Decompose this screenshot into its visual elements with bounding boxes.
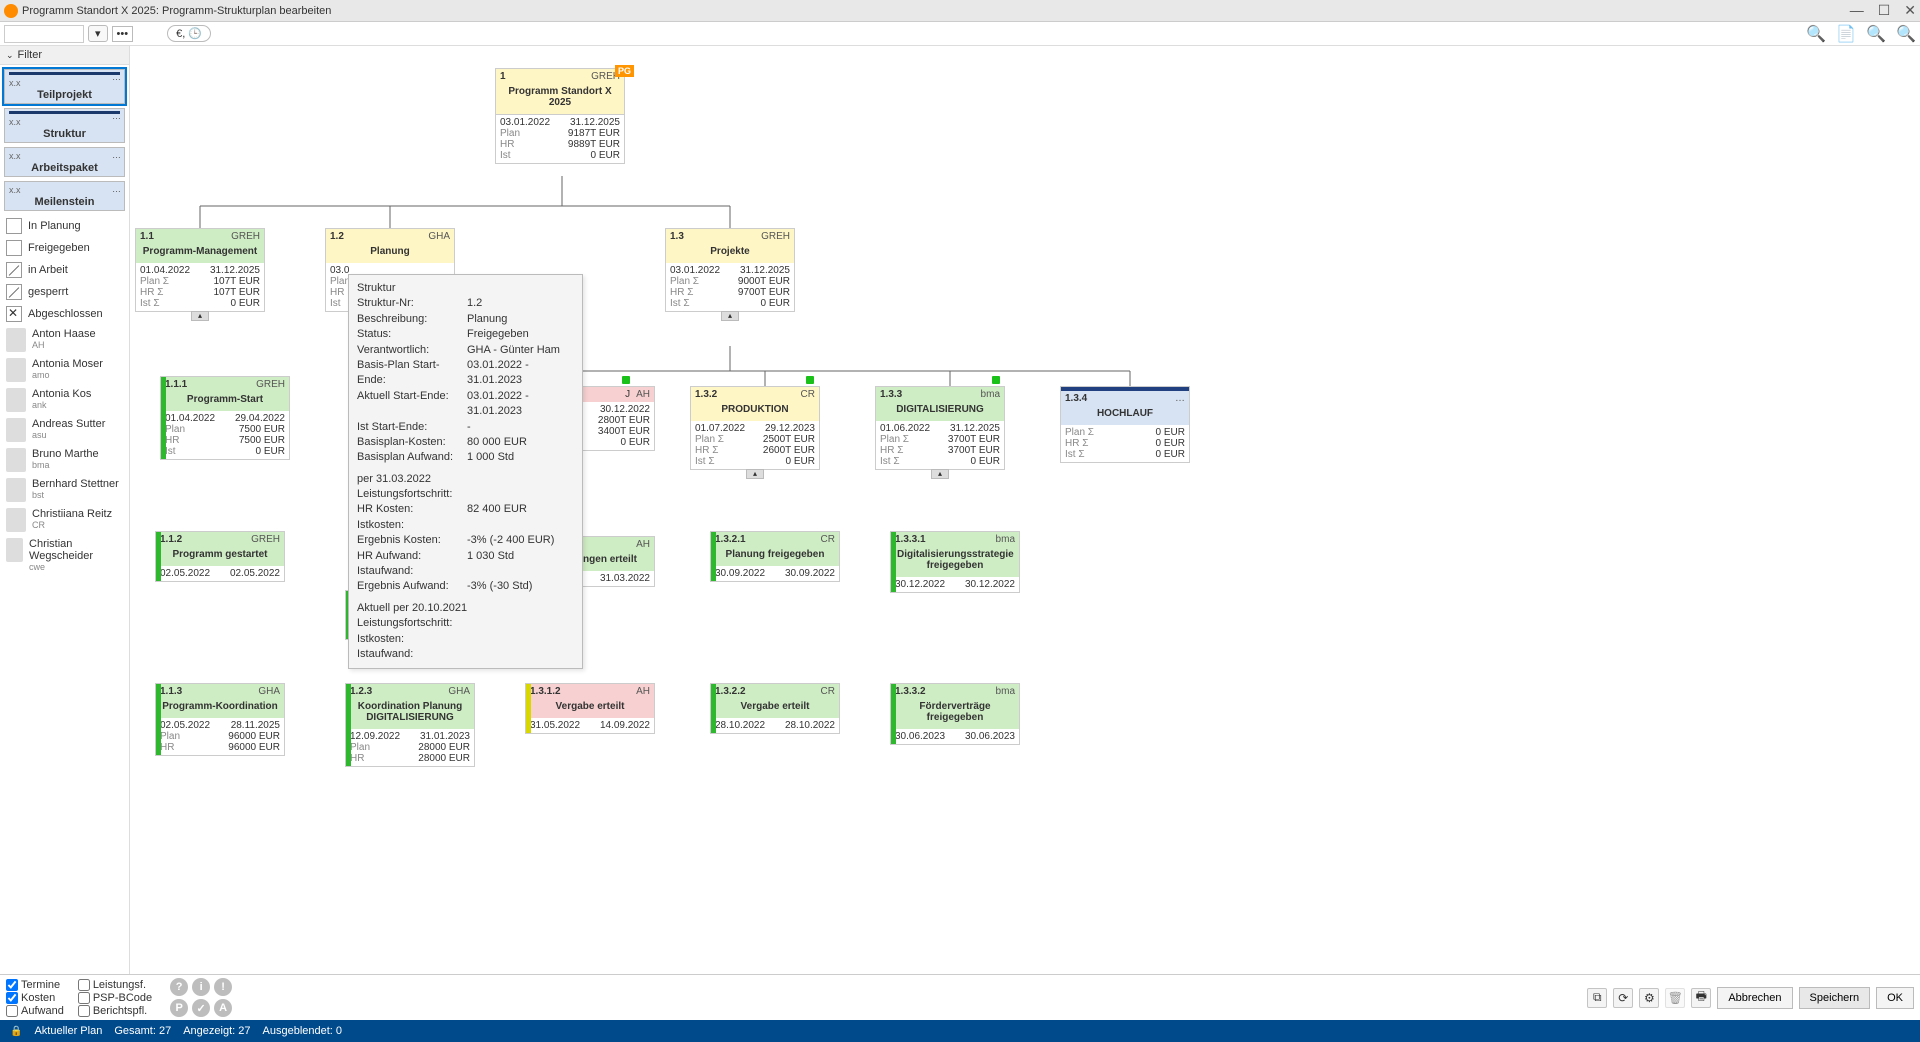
app-icon [4,4,18,18]
type-chip-teilprojekt[interactable]: x.x… Teilprojekt [4,69,125,104]
dropdown-icon[interactable]: ▾ [88,25,108,42]
status-in-planung[interactable]: In Planung [0,215,129,237]
node-tooltip: Struktur Struktur-Nr:1.2 Beschreibung:Pl… [348,274,583,669]
check-kosten[interactable]: Kosten [6,992,64,1004]
type-chip-arbeitspaket[interactable]: x.x… Arbeitspaket [4,147,125,177]
cancel-button[interactable]: Abbrechen [1717,987,1792,1009]
print-icon[interactable]: 🖶 [1691,988,1711,1008]
filter-label: Filter [18,49,42,61]
refresh-icon[interactable]: ⟳ [1613,988,1633,1008]
a-icon[interactable]: A [214,999,232,1017]
minimize-icon[interactable]: — [1850,2,1864,19]
avatar [6,538,23,562]
titlebar: Programm Standort X 2025: Programm-Struk… [0,0,1920,22]
wbs-node-1-3-4[interactable]: 1.3.4… HOCHLAUF Plan Σ0 EUR HR Σ0 EUR Is… [1060,386,1190,463]
ok-button[interactable]: OK [1876,987,1914,1009]
status-indicator-icon [992,376,1000,384]
p-icon[interactable]: P [170,999,188,1017]
window-title: Programm Standort X 2025: Programm-Struk… [22,5,331,17]
wbs-canvas[interactable]: PG 1GREH Programm Standort X 2025 03.01.… [130,46,1920,974]
type-chip-meilenstein[interactable]: x.x… Meilenstein [4,181,125,211]
statusbar: Aktueller Plan Gesamt: 27 Angezeigt: 27 … [0,1020,1920,1042]
check-termine[interactable]: Termine [6,979,64,991]
view-currency-time-pill[interactable]: €, 🕒 [167,25,211,42]
wbs-node-1-1-1[interactable]: 1.1.1GREH Programm-Start 01.04.202229.04… [160,376,290,460]
avatar [6,508,26,532]
pg-badge-icon: PG [615,65,634,77]
check-icon[interactable]: ✓ [192,999,210,1017]
wbs-node-1-3-3[interactable]: 1.3.3bma DIGITALISIERUNG 01.06.202231.12… [875,386,1005,470]
wbs-node-1-3-3-2[interactable]: 1.3.3.2bma Förderverträge freigegeben 30… [890,683,1020,745]
status-freigegeben[interactable]: Freigegeben [0,237,129,259]
clock-icon: 🕒 [188,28,202,40]
status-indicator-icon [622,376,630,384]
wbs-node-1-1-2[interactable]: 1.1.2GREH Programm gestartet 02.05.20220… [155,531,285,582]
filter-section-toggle[interactable]: ⌄ Filter [0,46,129,65]
save-button[interactable]: Speichern [1799,987,1871,1009]
wbs-node-1-1-3[interactable]: 1.1.3GHA Programm-Koordination 02.05.202… [155,683,285,756]
collapse-handle-icon[interactable]: ▴ [721,311,739,321]
maximize-icon[interactable]: ☐ [1878,2,1891,19]
delete-icon: 🗑 [1665,988,1685,1008]
person-item[interactable]: Christian Wegscheidercwe [0,535,129,575]
status-in-arbeit[interactable]: in Arbeit [0,259,129,281]
sidebar: ⌄ Filter x.x… Teilprojekt x.x… Struktur … [0,46,130,974]
zoom-in-icon[interactable]: 🔍 [1806,24,1826,44]
person-item[interactable]: Bruno Marthebma [0,445,129,475]
toolbar: ▾ ••• €, 🕒 🔍 📄 🔍 🔍 [0,22,1920,46]
avatar [6,478,26,502]
lock-icon [10,1025,22,1037]
help-icon[interactable]: ? [170,978,188,996]
person-item[interactable]: Antonia Moseramo [0,355,129,385]
avatar [6,358,26,382]
zoom-fit-icon[interactable]: 🔍 [1896,24,1916,44]
status-indicator-icon [806,376,814,384]
check-psp-bcode[interactable]: PSP-BCode [78,992,152,1004]
person-item[interactable]: Anton HaaseAH [0,325,129,355]
collapse-handle-icon[interactable]: ▴ [931,469,949,479]
wbs-node-1-3-2-1[interactable]: 1.3.2.1CR Planung freigegeben 30.09.2022… [710,531,840,582]
wbs-node-1-3-2[interactable]: 1.3.2CR PRODUKTION 01.07.202229.12.2023 … [690,386,820,470]
zoom-out-icon[interactable]: 🔍 [1866,24,1886,44]
wbs-node-1-1[interactable]: 1.1GREH Programm-Management 01.04.202231… [135,228,265,312]
check-aufwand[interactable]: Aufwand [6,1005,64,1017]
wbs-node-1-2-3[interactable]: 1.2.3GHA Koordination Planung DIGITALISI… [345,683,475,767]
find-in-page-icon[interactable]: 📄 [1836,24,1856,44]
collapse-handle-icon[interactable]: ▴ [191,311,209,321]
wbs-node-1-3-2-2[interactable]: 1.3.2.2CR Vergabe erteilt 28.10.202228.1… [710,683,840,734]
wbs-node-1-3-1-2[interactable]: 1.3.1.2AH Vergabe erteilt 31.05.202214.0… [525,683,655,734]
close-icon[interactable]: ✕ [1904,2,1916,19]
avatar [6,418,26,442]
more-icon[interactable]: ••• [112,26,134,42]
chevron-down-icon: ⌄ [6,50,14,61]
footer: Termine Kosten Aufwand Leistungsf. PSP-B… [0,974,1920,1020]
wbs-node-1-3-3-1[interactable]: 1.3.3.1bma Digitalisierungsstrategie fre… [890,531,1020,593]
avatar [6,388,26,412]
copy-icon[interactable]: ⧉ [1587,988,1607,1008]
statusbar-plan-label: Aktueller Plan [34,1025,102,1037]
check-leistungsf[interactable]: Leistungsf. [78,979,152,991]
quick-search-input[interactable] [4,25,84,43]
collapse-handle-icon[interactable]: ▴ [746,469,764,479]
type-chip-struktur[interactable]: x.x… Struktur [4,108,125,143]
person-item[interactable]: Andreas Sutterasu [0,415,129,445]
alert-icon[interactable]: ! [214,978,232,996]
person-item[interactable]: Antonia Kosank [0,385,129,415]
avatar [6,448,26,472]
person-item[interactable]: Christiiana ReitzCR [0,505,129,535]
check-berichtspfl[interactable]: Berichtspfl. [78,1005,152,1017]
wbs-node-root[interactable]: PG 1GREH Programm Standort X 2025 03.01.… [495,68,625,164]
status-gesperrt[interactable]: gesperrt [0,281,129,303]
settings-icon[interactable]: ⚙ [1639,988,1659,1008]
wbs-node-1-3[interactable]: 1.3GREH Projekte 03.01.202231.12.2025 Pl… [665,228,795,312]
euro-icon: €, [176,28,185,40]
info-icon[interactable]: i [192,978,210,996]
status-abgeschlossen[interactable]: Abgeschlossen [0,303,129,325]
avatar [6,328,26,352]
person-item[interactable]: Bernhard Stettnerbst [0,475,129,505]
